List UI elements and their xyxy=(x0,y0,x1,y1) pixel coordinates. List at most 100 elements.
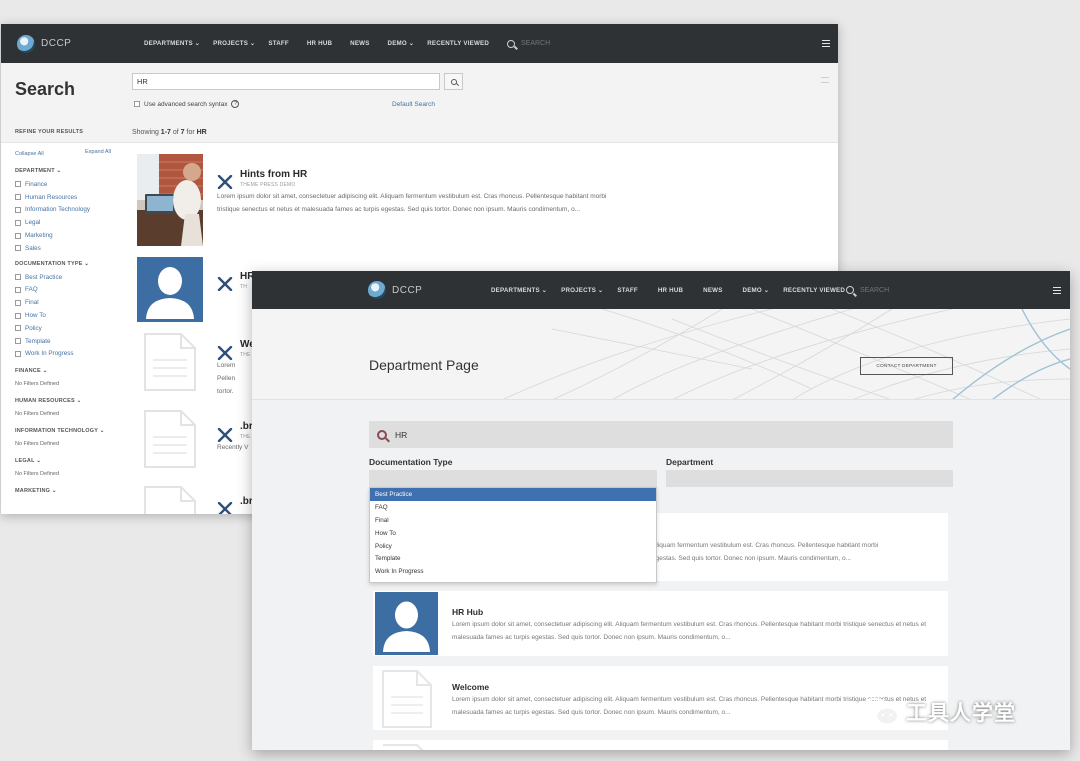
nav-recently-viewed[interactable]: RECENTLY VIEWED xyxy=(783,287,845,294)
expand-all-link[interactable]: Expand All xyxy=(85,149,111,157)
filter-template[interactable]: Template xyxy=(15,335,115,348)
checkbox[interactable] xyxy=(15,274,21,281)
document-icon xyxy=(383,744,424,750)
filter-best-practice[interactable]: Best Practice xyxy=(15,271,115,284)
document-icon[interactable] xyxy=(137,330,203,392)
checkbox[interactable] xyxy=(15,206,21,213)
filter-human-resources[interactable]: Human Resources xyxy=(15,191,115,204)
filter-final[interactable]: Final xyxy=(15,296,115,309)
result-title[interactable]: .br xyxy=(240,496,253,507)
top-nav: DCCP DEPARTMENTS ⌄ PROJECTS ⌄ STAFF HR H… xyxy=(252,271,1070,309)
filter-work-in-progress[interactable]: Work In Progress xyxy=(15,348,115,361)
doc-type-label: Documentation Type xyxy=(369,457,453,467)
option-final[interactable]: Final xyxy=(370,514,656,527)
human-resources-heading[interactable]: HUMAN RESOURCES ⌄ xyxy=(15,398,115,404)
filter-policy[interactable]: Policy xyxy=(15,322,115,335)
filter-faq[interactable]: FAQ xyxy=(15,284,115,297)
document-icon[interactable] xyxy=(137,407,203,469)
checkbox[interactable] xyxy=(15,194,21,201)
result-thumbnail-avatar[interactable] xyxy=(137,257,203,322)
collapse-all-link[interactable]: Collapse All xyxy=(15,151,44,157)
nav-hr-hub[interactable]: HR HUB xyxy=(658,287,683,294)
nav-hr-hub[interactable]: HR HUB xyxy=(307,40,332,47)
nav-recently-viewed[interactable]: RECENTLY VIEWED xyxy=(427,40,489,47)
legal-heading[interactable]: LEGAL ⌄ xyxy=(15,458,115,464)
help-icon[interactable]: ? xyxy=(231,100,240,108)
card-title[interactable]: Welcome xyxy=(452,682,489,692)
filter-how-to[interactable]: How To xyxy=(15,309,115,322)
result-card[interactable]: HR Hub Lorem ipsum dolor sit amet, conse… xyxy=(373,591,948,656)
hamburger-icon[interactable] xyxy=(1053,287,1061,294)
filter-information-technology[interactable]: Information Technology xyxy=(15,204,115,217)
nav-search-placeholder: SEARCH xyxy=(521,40,551,47)
checkbox[interactable] xyxy=(15,325,21,332)
filter-label: Final xyxy=(25,299,39,307)
checkbox[interactable] xyxy=(15,181,21,188)
search-input[interactable]: HR xyxy=(132,73,440,90)
filter-label: Legal xyxy=(25,219,41,227)
list-view-icon[interactable] xyxy=(821,77,829,83)
option-policy[interactable]: Policy xyxy=(370,540,656,553)
refine-heading: REFINE YOUR RESULTS xyxy=(15,129,84,135)
nav-projects[interactable]: PROJECTS ⌄ xyxy=(213,40,255,47)
result-thumbnail-photo[interactable] xyxy=(137,154,203,246)
nav-demo[interactable]: DEMO ⌄ xyxy=(743,287,770,294)
wechat-icon xyxy=(860,697,900,726)
department-search-input[interactable]: HR xyxy=(369,421,953,448)
information-technology-heading[interactable]: INFORMATION TECHNOLOGY ⌄ xyxy=(15,428,115,434)
document-icon[interactable] xyxy=(137,483,203,514)
nav-search[interactable]: SEARCH xyxy=(507,39,551,48)
theme-press-icon xyxy=(217,175,233,189)
filter-finance[interactable]: Finance xyxy=(15,178,115,191)
card-title[interactable]: HR Hub xyxy=(452,607,483,617)
doc-type-heading[interactable]: DOCUMENTATION TYPE ⌄ xyxy=(15,261,115,267)
department-select[interactable] xyxy=(666,470,953,487)
nav-news[interactable]: NEWS xyxy=(703,287,722,294)
search-button[interactable] xyxy=(444,73,463,90)
option-how-to[interactable]: How To xyxy=(370,527,656,540)
checkbox[interactable] xyxy=(15,286,21,293)
option-work-in-progress[interactable]: Work In Progress xyxy=(370,565,656,578)
default-search-link[interactable]: Default Search xyxy=(392,101,435,108)
nav-news[interactable]: NEWS xyxy=(350,40,369,47)
site-logo[interactable]: DCCP xyxy=(368,281,422,299)
doc-type-select[interactable] xyxy=(369,470,657,487)
finance-heading[interactable]: FINANCE ⌄ xyxy=(15,368,115,374)
site-logo[interactable]: DCCP xyxy=(17,34,71,53)
nav-departments[interactable]: DEPARTMENTS ⌄ xyxy=(144,40,200,47)
checkbox[interactable] xyxy=(15,350,21,357)
results-summary-text: for xyxy=(184,129,197,136)
checkbox[interactable] xyxy=(15,245,21,252)
checkbox[interactable] xyxy=(15,299,21,306)
result-title[interactable]: Hints from HR xyxy=(240,169,307,180)
filter-label: Information Technology xyxy=(25,206,90,214)
nav-staff[interactable]: STAFF xyxy=(268,40,288,47)
nav-search[interactable]: SEARCH xyxy=(846,286,889,294)
option-best-practice[interactable]: Best Practice xyxy=(370,488,656,501)
marketing-heading[interactable]: MARKETING ⌄ xyxy=(15,488,115,494)
filter-legal[interactable]: Legal xyxy=(15,216,115,229)
nav-departments[interactable]: DEPARTMENTS ⌄ xyxy=(491,287,547,294)
nav-projects[interactable]: PROJECTS ⌄ xyxy=(561,287,603,294)
contact-department-button[interactable]: CONTACT DEPARTMENT xyxy=(860,357,953,375)
result-excerpt: Lorem ipsum dolor sit amet, consectetuer… xyxy=(217,193,607,213)
result-card[interactable] xyxy=(373,740,948,750)
option-faq[interactable]: FAQ xyxy=(370,501,656,514)
no-filters-note: No Filters Defined xyxy=(15,441,60,448)
nav-staff[interactable]: STAFF xyxy=(617,287,637,294)
department-heading[interactable]: DEPARTMENT ⌄ xyxy=(15,168,115,174)
checkbox[interactable] xyxy=(15,312,21,319)
checkbox[interactable] xyxy=(15,232,21,239)
doc-type-dropdown[interactable]: Best Practice FAQ Final How To Policy Te… xyxy=(369,487,657,583)
option-template[interactable]: Template xyxy=(370,552,656,565)
advanced-search-toggle[interactable]: Use advanced search syntax ? xyxy=(134,100,240,108)
checkbox[interactable] xyxy=(15,338,21,345)
nav-demo[interactable]: DEMO ⌄ xyxy=(388,40,415,47)
result-title[interactable]: .br xyxy=(240,421,253,432)
hamburger-icon[interactable] xyxy=(822,40,830,47)
filter-sales[interactable]: Sales xyxy=(15,242,115,255)
checkbox[interactable] xyxy=(15,219,21,226)
advanced-search-checkbox[interactable] xyxy=(134,101,140,107)
filter-marketing[interactable]: Marketing xyxy=(15,229,115,242)
filter-label: Work In Progress xyxy=(25,350,74,358)
